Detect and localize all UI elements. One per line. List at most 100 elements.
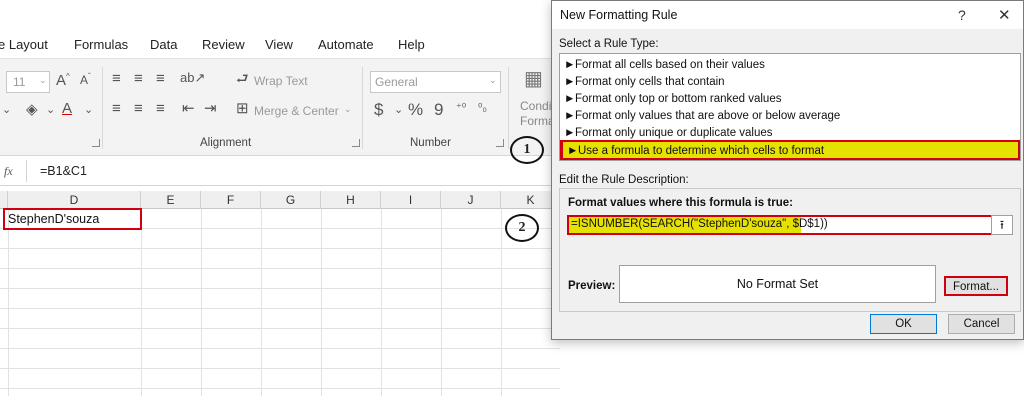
fx-icon[interactable]: fx (4, 164, 13, 179)
tab-data[interactable]: Data (150, 37, 177, 52)
shrink-font-icon[interactable]: Aˇ (80, 73, 91, 87)
group-label-number: Number (410, 137, 451, 149)
chevron-down-icon[interactable]: ⌄ (84, 105, 93, 116)
group-separator (362, 67, 363, 149)
align-left-icon[interactable]: ≡ (112, 101, 121, 116)
align-bottom-icon[interactable]: ≡ (156, 71, 165, 86)
tab-automate[interactable]: Automate (318, 37, 374, 52)
help-button[interactable]: ? (958, 7, 966, 23)
column-header-f[interactable]: F (201, 191, 261, 209)
grid-line (0, 348, 560, 349)
alignment-dialog-launcher-icon[interactable] (352, 139, 360, 147)
formula-divider (26, 160, 27, 182)
dialog-title-bar[interactable]: New Formatting Rule ? ✕ (552, 1, 1023, 29)
tab-review[interactable]: Review (202, 37, 245, 52)
column-headers: D E F G H I J K (0, 191, 560, 209)
formula-input[interactable]: =B1&C1 (40, 164, 87, 178)
column-header-c[interactable] (0, 191, 8, 209)
preview-box: No Format Set (619, 265, 936, 303)
column-header-j[interactable]: J (441, 191, 501, 209)
cancel-button[interactable]: Cancel (948, 314, 1015, 334)
group-label-alignment: Alignment (200, 137, 252, 149)
rule-type-item[interactable]: ►Format only values that are above or be… (564, 108, 840, 124)
wrap-text-icon[interactable]: ⮐ (236, 71, 249, 85)
rule-type-list[interactable]: ►Format all cells based on their values … (559, 53, 1021, 161)
align-middle-icon[interactable]: ≡ (134, 71, 143, 86)
font-dialog-launcher-icon[interactable] (92, 139, 100, 147)
number-dialog-launcher-icon[interactable] (496, 139, 504, 147)
number-format-dropdown[interactable]: General ⌄ (370, 71, 501, 93)
column-header-e[interactable]: E (141, 191, 201, 209)
preview-label: Preview: (568, 280, 616, 292)
conditional-formatting-icon[interactable]: ▦ (524, 69, 543, 89)
tab-page-layout[interactable]: e Layout (0, 37, 48, 52)
merge-icon[interactable]: ⊞ (236, 101, 249, 116)
chevron-down-icon: ⌄ (489, 75, 497, 85)
rule-type-item[interactable]: ►Format only cells that contain (564, 74, 725, 90)
grow-font-icon[interactable]: A^ (56, 73, 70, 89)
new-formatting-rule-dialog: New Formatting Rule ? ✕ Select a Rule Ty… (551, 0, 1024, 340)
align-center-icon[interactable]: ≡ (134, 101, 143, 116)
grid-line (0, 308, 560, 309)
chevron-down-icon[interactable]: ⌄ (46, 105, 55, 116)
font-color-icon[interactable]: A (62, 101, 72, 116)
close-button[interactable]: ✕ (998, 6, 1011, 24)
align-top-icon[interactable]: ≡ (112, 71, 121, 86)
conditional-formatting-button[interactable]: Condi Forma (520, 99, 554, 129)
number-format-value: General (375, 75, 418, 89)
increase-indent-icon[interactable]: ⇥ (204, 101, 217, 116)
collapse-dialog-icon[interactable]: ⭱ (991, 215, 1013, 235)
tab-help[interactable]: Help (398, 37, 425, 52)
arrow-right-icon: ► (564, 93, 576, 105)
percent-style-icon[interactable]: % (408, 101, 423, 118)
arrow-right-icon: ► (564, 59, 576, 71)
column-header-h[interactable]: H (321, 191, 381, 209)
align-right-icon[interactable]: ≡ (156, 101, 165, 116)
arrow-right-icon: ► (564, 76, 576, 88)
column-header-g[interactable]: G (261, 191, 321, 209)
rule-type-item[interactable]: ►Format only top or bottom ranked values (564, 91, 781, 107)
column-header-i[interactable]: I (381, 191, 441, 209)
formula-label: Format values where this formula is true… (568, 197, 793, 209)
rule-type-item[interactable]: ►Format all cells based on their values (564, 57, 765, 73)
ribbon-tabs: e Layout Formulas Data Review View Autom… (0, 28, 560, 58)
group-separator (508, 67, 509, 149)
formula-input[interactable]: =ISNUMBER(SEARCH("StephenD'souza", $D$1)… (571, 218, 828, 230)
column-header-d[interactable]: D (8, 191, 141, 209)
wrap-text-button[interactable]: Wrap Text (254, 74, 308, 88)
cell-highlight-box (3, 208, 142, 230)
decrease-indent-icon[interactable]: ⇤ (182, 101, 195, 116)
ribbon-panel: 11 ⌄ A^ Aˇ ⌄ ◈ ⌄ A ⌄ ≡ ≡ ≡ ab↗ ⮐ Wrap Te… (0, 58, 560, 156)
font-size-dropdown[interactable]: 11 ⌄ (6, 71, 50, 93)
grid-line (0, 328, 560, 329)
rule-type-item[interactable]: ►Format only unique or duplicate values (564, 125, 773, 141)
rule-type-label: Use a formula to determine which cells t… (578, 145, 825, 157)
ok-button[interactable]: OK (870, 314, 937, 334)
increase-decimal-icon[interactable]: ⁺⁰ (456, 103, 466, 114)
rule-type-label: Format only cells that contain (575, 76, 725, 88)
chevron-down-icon[interactable]: ⌄ (344, 104, 352, 115)
rule-type-label: Format only top or bottom ranked values (575, 93, 782, 105)
callout-2: 2 (505, 214, 539, 242)
chevron-down-icon[interactable]: ⌄ (394, 105, 403, 116)
dialog-title: New Formatting Rule (560, 8, 678, 22)
formula-input-highlight: =ISNUMBER(SEARCH("StephenD'souza", $D$1)… (567, 215, 995, 235)
tab-view[interactable]: View (265, 37, 293, 52)
rule-type-label: Format all cells based on their values (575, 59, 765, 71)
formula-bar: fx =B1&C1 (0, 156, 560, 186)
select-rule-type-label: Select a Rule Type: (559, 38, 659, 50)
currency-icon[interactable]: $ (374, 101, 383, 118)
rule-type-item-selected[interactable]: ►Use a formula to determine which cells … (560, 140, 1020, 160)
edit-rule-description-label: Edit the Rule Description: (559, 174, 689, 186)
tab-formulas[interactable]: Formulas (74, 37, 128, 52)
format-button[interactable]: Format... (944, 276, 1008, 296)
decrease-decimal-icon[interactable]: ⁰₀ (478, 103, 487, 114)
orientation-icon[interactable]: ab↗ (180, 71, 205, 84)
grid-line (0, 368, 560, 369)
fill-color-icon[interactable]: ◈ (26, 102, 38, 117)
comma-style-icon[interactable]: 9 (434, 101, 443, 118)
merge-center-button[interactable]: Merge & Center (254, 104, 339, 118)
grid-line (0, 268, 560, 269)
chevron-down-icon[interactable]: ⌄ (2, 105, 11, 116)
callout-1: 1 (510, 136, 544, 164)
